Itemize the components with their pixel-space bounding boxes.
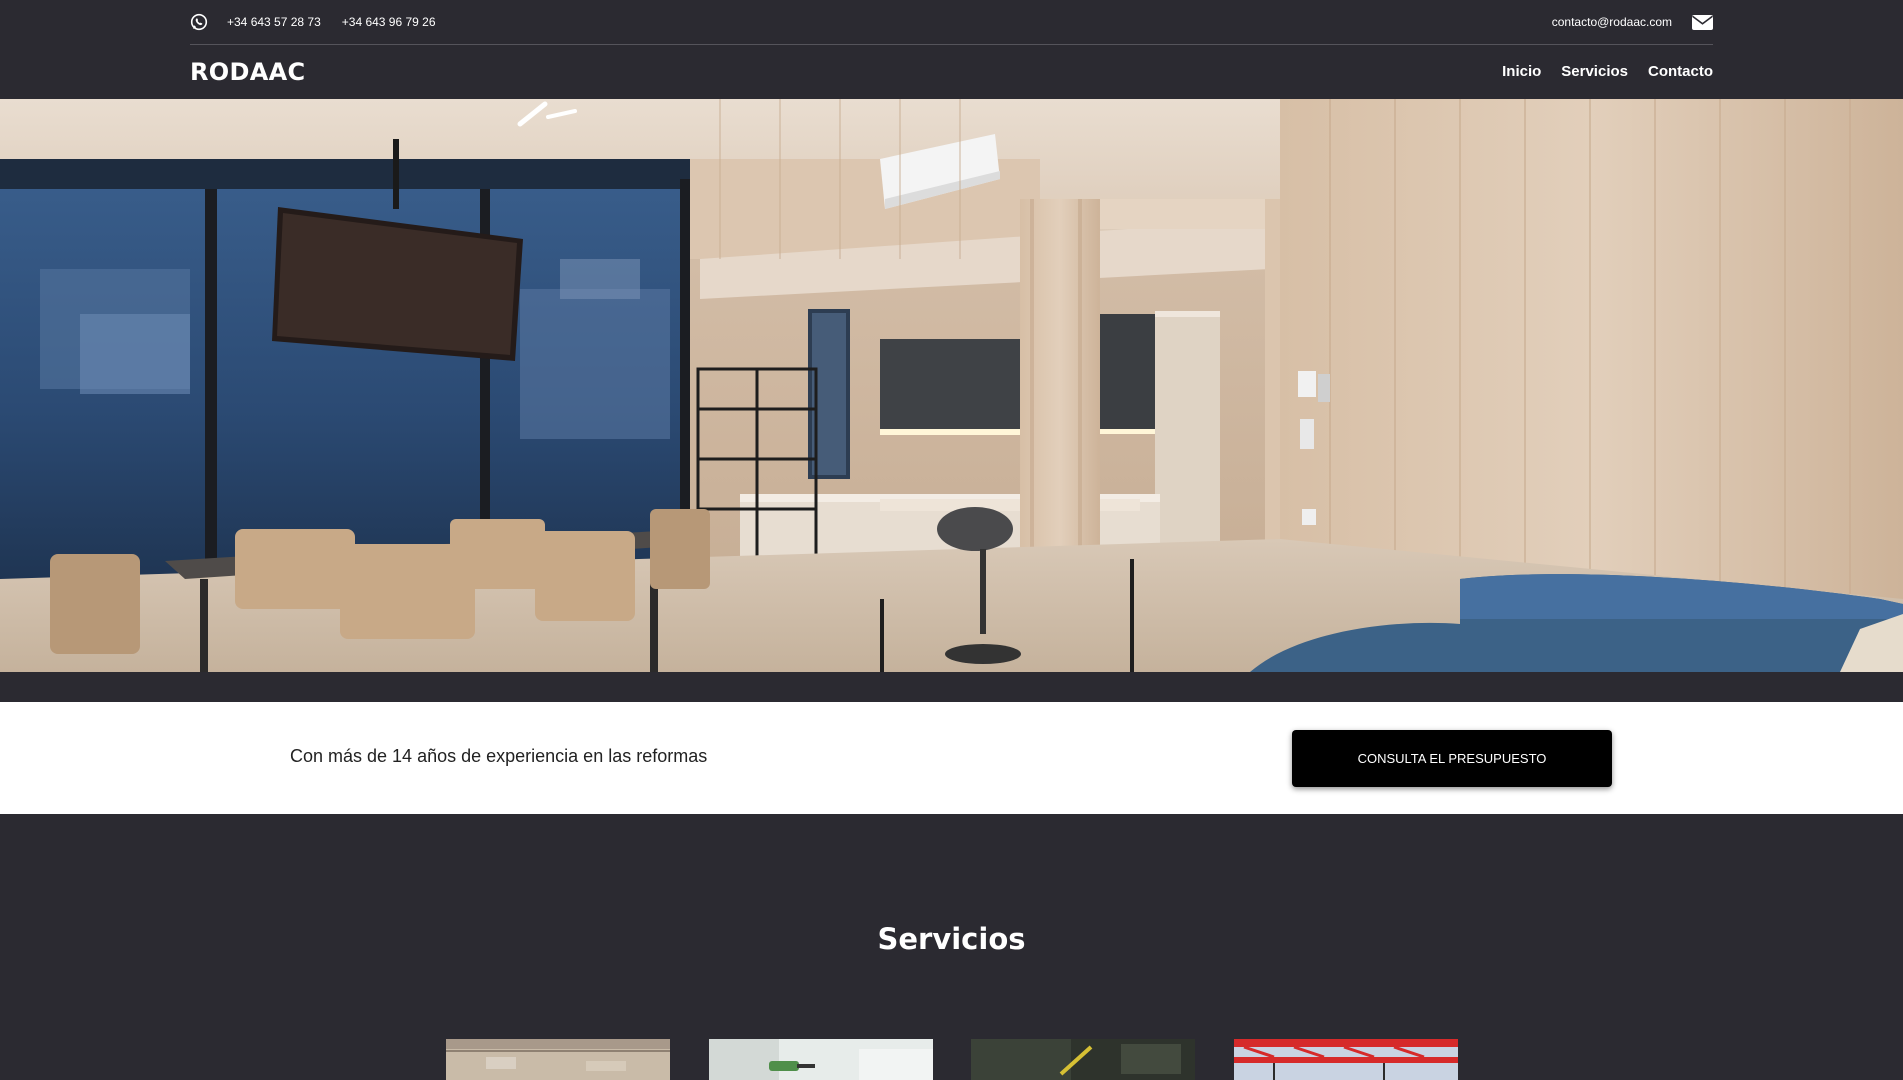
service-card-2[interactable] xyxy=(708,1039,933,1080)
ceiling-renovation-image xyxy=(446,1039,670,1080)
email-group: contacto@rodaac.com xyxy=(1552,14,1713,30)
header-container: +34 643 57 28 73 +34 643 96 79 26 contac… xyxy=(190,0,1713,99)
whatsapp-icon[interactable] xyxy=(190,13,208,31)
nav-item-inicio[interactable]: Inicio xyxy=(1502,63,1541,80)
services-cards xyxy=(446,1039,1458,1080)
service-card-1[interactable] xyxy=(446,1039,670,1080)
hero-image xyxy=(0,99,1903,672)
nav-item-contacto[interactable]: Contacto xyxy=(1648,63,1713,80)
contact-topbar: +34 643 57 28 73 +34 643 96 79 26 contac… xyxy=(190,0,1713,45)
nav-menu: Inicio Servicios Contacto xyxy=(1482,63,1713,80)
garden-tool-image xyxy=(971,1039,1196,1080)
service-card-3[interactable] xyxy=(971,1039,1196,1080)
quote-button[interactable]: CONSULTA EL PRESUPUESTO xyxy=(1292,730,1612,787)
phone-group: +34 643 57 28 73 +34 643 96 79 26 xyxy=(190,13,457,31)
phone-link-2[interactable]: +34 643 96 79 26 xyxy=(342,15,436,29)
drill-wall-work-image xyxy=(708,1039,933,1080)
site-header: +34 643 57 28 73 +34 643 96 79 26 contac… xyxy=(0,0,1903,99)
red-steel-structure-image xyxy=(1233,1039,1458,1080)
cta-section: Con más de 14 años de experiencia en las… xyxy=(0,702,1903,814)
site-logo[interactable]: RODAAC xyxy=(190,58,305,86)
cta-text: Con más de 14 años de experiencia en las… xyxy=(290,746,708,766)
main-navbar: RODAAC Inicio Servicios Contacto xyxy=(190,46,1713,99)
service-card-4[interactable] xyxy=(1233,1039,1458,1080)
services-heading: Servicios xyxy=(877,922,1026,956)
envelope-icon[interactable] xyxy=(1692,14,1713,30)
email-link[interactable]: contacto@rodaac.com xyxy=(1552,15,1672,29)
nav-item-servicios[interactable]: Servicios xyxy=(1561,63,1628,80)
phone-link-1[interactable]: +34 643 57 28 73 xyxy=(227,15,321,29)
hero-interior-illustration xyxy=(0,99,1903,672)
